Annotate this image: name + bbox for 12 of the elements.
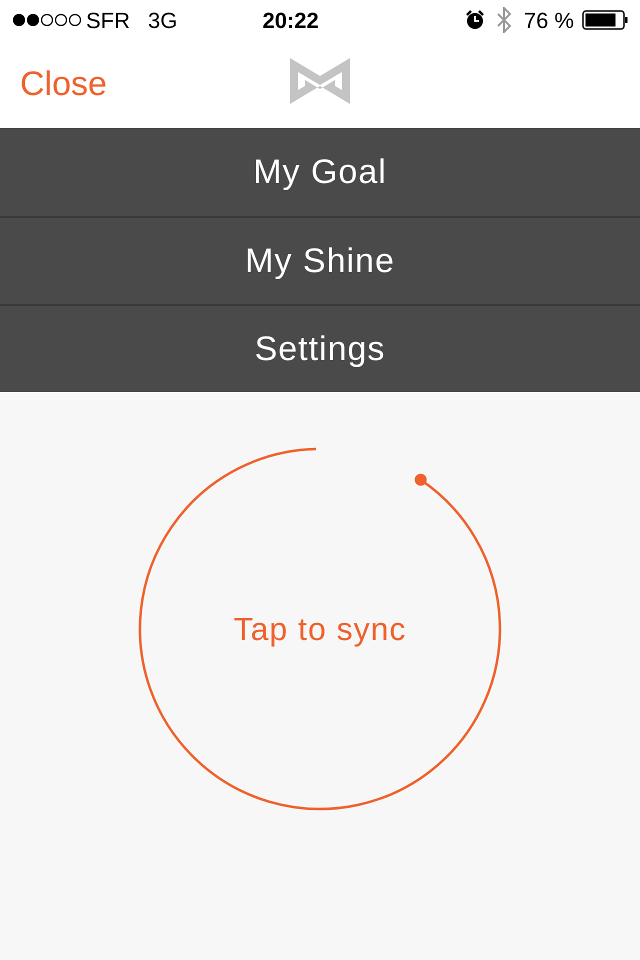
menu-item[interactable]: My Shine [0, 216, 640, 304]
battery-icon [582, 10, 628, 30]
menu-item[interactable]: Settings [0, 304, 640, 392]
alarm-clock-icon [464, 9, 486, 31]
carrier-name: SFR [86, 6, 130, 34]
bluetooth-icon [496, 7, 512, 33]
battery-percent: 76 % [524, 6, 574, 34]
clock-time: 20:22 [262, 6, 319, 34]
network-type: 3G [148, 6, 178, 34]
signal-icon [12, 13, 82, 27]
logo-icon [290, 58, 350, 104]
menu-item[interactable]: My Goal [0, 128, 640, 216]
